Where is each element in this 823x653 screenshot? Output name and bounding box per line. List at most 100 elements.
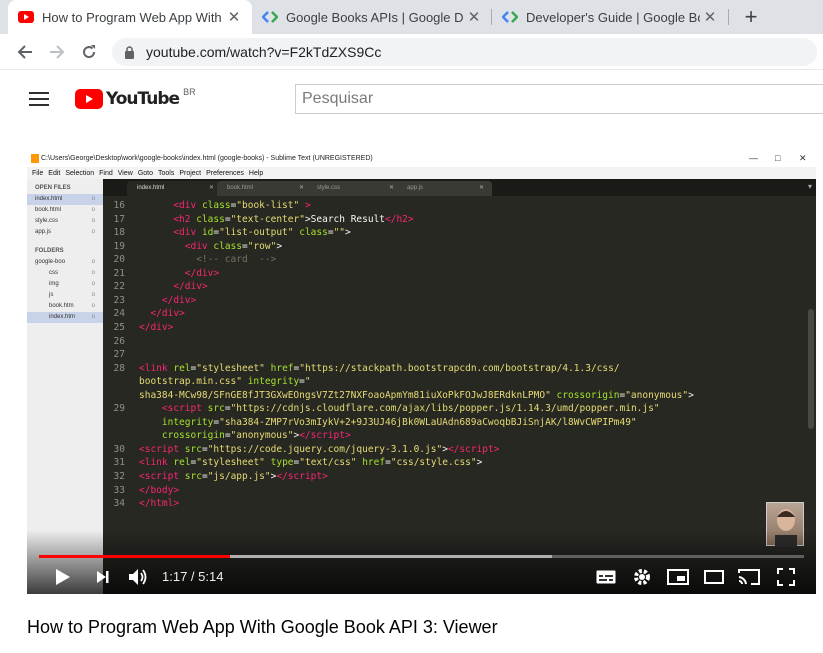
search-input[interactable]: Pesquisar — [295, 84, 823, 114]
next-button[interactable] — [93, 567, 113, 587]
menu-tools: Tools — [158, 169, 175, 177]
sublime-app-icon — [31, 154, 39, 163]
code-line: <script src="https://cdnjs.cloudflare.co… — [161, 403, 660, 415]
google-developers-favicon-icon — [502, 9, 518, 25]
time-display: 1:17 / 5:14 — [162, 569, 224, 584]
search-placeholder: Pesquisar — [302, 90, 374, 107]
line-number: 24 — [113, 308, 125, 320]
sublime-titlebar: C:\Users\George\Desktop\work\google-book… — [27, 150, 816, 167]
code-line: <div class="row"> — [184, 240, 283, 252]
code-line: <link rel="stylesheet" href="https://sta… — [139, 362, 620, 374]
code-line: integrity="sha384-ZMP7rVo3mIykV+2+9J3UJ4… — [161, 416, 637, 428]
video-title: How to Program Web App With Google Book … — [27, 617, 498, 637]
reload-icon[interactable] — [77, 40, 101, 64]
code-line: <!-- card --> — [196, 254, 277, 266]
tab-close-icon[interactable]: ✕ — [700, 7, 720, 27]
tab-dropdown-icon: ▾ — [807, 182, 812, 191]
line-number: 28 — [113, 362, 125, 374]
line-number: 30 — [113, 443, 125, 455]
fullscreen-button[interactable] — [775, 567, 797, 587]
line-number: 22 — [113, 281, 125, 293]
line-number: 17 — [113, 213, 125, 225]
browser-tab-youtube[interactable]: How to Program Web App With Google Book … — [8, 0, 252, 34]
volume-button[interactable] — [126, 567, 150, 587]
sublime-menubar: File Edit Selection Find View Goto Tools… — [27, 167, 816, 179]
forward-arrow-icon[interactable] — [45, 40, 69, 64]
line-number: 27 — [113, 349, 125, 361]
menu-find: Find — [99, 169, 113, 177]
open-file-item: index.html o — [27, 194, 103, 205]
theater-mode-button[interactable] — [703, 567, 725, 587]
tab-close-icon[interactable]: ✕ — [224, 7, 244, 27]
open-file-item: style.css o — [35, 218, 95, 224]
new-tab-plus-icon[interactable]: + — [738, 4, 764, 29]
code-line: </div> — [161, 294, 197, 306]
window-close-icon: ✕ — [799, 153, 807, 163]
line-number: 18 — [113, 227, 125, 239]
back-arrow-icon[interactable] — [13, 40, 37, 64]
line-number: 20 — [113, 254, 125, 266]
browser-toolbar: youtube.com/watch?v=F2kTdZXS9Cc — [0, 34, 823, 70]
open-files-heading: OPEN FILES — [35, 185, 71, 191]
editor-tab: app.js ✕ — [397, 181, 492, 196]
code-line: </html> — [139, 498, 180, 510]
line-number: 16 — [113, 200, 125, 211]
youtube-wordmark: YouTube — [106, 89, 180, 109]
google-developers-favicon-icon — [262, 9, 278, 25]
line-number: 29 — [113, 403, 125, 415]
line-number: 33 — [113, 484, 125, 496]
menu-help: Help — [248, 169, 264, 177]
youtube-play-logo-icon — [75, 89, 103, 109]
video-player[interactable]: C:\Users\George\Desktop\work\google-book… — [27, 150, 816, 594]
browser-tab-developers-guide[interactable]: Developer's Guide | Google Books APIs ✕ — [492, 0, 728, 34]
url-text: youtube.com/watch?v=F2kTdZXS9Cc — [146, 44, 382, 60]
line-number: 31 — [113, 457, 125, 469]
folders-heading: FOLDERS — [35, 248, 64, 254]
editor-tab: book.html ✕ — [217, 181, 312, 196]
play-button[interactable] — [52, 567, 74, 587]
progress-played — [39, 555, 231, 558]
line-number: 26 — [113, 335, 125, 347]
miniplayer-button[interactable] — [666, 567, 690, 587]
maximize-icon: □ — [775, 153, 781, 163]
folder-item: css o — [49, 270, 95, 276]
editor-tab-bar: index.html ✕ book.html ✕ style.css ✕ app.js… — [103, 179, 816, 196]
address-bar[interactable]: youtube.com/watch?v=F2kTdZXS9Cc — [112, 38, 817, 66]
hamburger-menu-icon[interactable] — [29, 92, 49, 106]
tab-title: How to Program Web App With Google Book — [42, 9, 224, 25]
youtube-header: YouTube BR Pesquisar — [0, 70, 823, 126]
code-line: </div> — [139, 321, 174, 333]
menu-view: View — [117, 169, 133, 177]
editor-scrollbar — [808, 309, 814, 429]
country-code: BR — [183, 87, 196, 97]
code-line: <div id="list-output" class=""> — [173, 227, 351, 239]
settings-gear-icon[interactable] — [631, 567, 653, 587]
folder-item: index.htm o — [27, 312, 103, 323]
youtube-logo[interactable]: YouTube BR — [75, 87, 196, 110]
menu-edit: Edit — [48, 169, 61, 177]
menu-preferences: Preferences — [206, 169, 244, 177]
youtube-favicon-icon — [18, 9, 34, 25]
tab-title: Google Books APIs | Google Developers — [286, 9, 464, 25]
code-line: crossorigin="anonymous"></script> — [161, 430, 351, 442]
cast-button[interactable] — [737, 567, 761, 587]
code-line: <link rel="stylesheet" type="text/css" h… — [139, 457, 483, 469]
code-line: bootstrap.min.css" integrity=" — [139, 376, 311, 388]
browser-tab-google-books-apis[interactable]: Google Books APIs | Google Developers ✕ — [252, 0, 492, 34]
line-number: 25 — [113, 321, 125, 333]
line-number: 34 — [113, 498, 125, 510]
open-file-item: app.js o — [35, 229, 95, 235]
tab-title: Developer's Guide | Google Books APIs — [526, 9, 700, 25]
folder-item: img o — [49, 281, 95, 287]
tab-close-icon[interactable]: ✕ — [464, 7, 484, 27]
line-number: 32 — [113, 471, 125, 482]
open-file-item: book.html o — [35, 207, 95, 213]
editor-tab: index.html ✕ — [127, 181, 222, 196]
code-line: sha384-MCw98/SFnGE8fJT3GXwEOngsV7Zt27NXF… — [139, 389, 694, 401]
line-number: 19 — [113, 240, 125, 252]
code-line: </body> — [139, 484, 180, 496]
subtitles-button[interactable] — [595, 567, 617, 587]
code-line: </div> — [184, 267, 220, 279]
sublime-window-title: C:\Users\George\Desktop\work\google-book… — [41, 155, 373, 162]
lock-icon[interactable] — [124, 45, 136, 59]
